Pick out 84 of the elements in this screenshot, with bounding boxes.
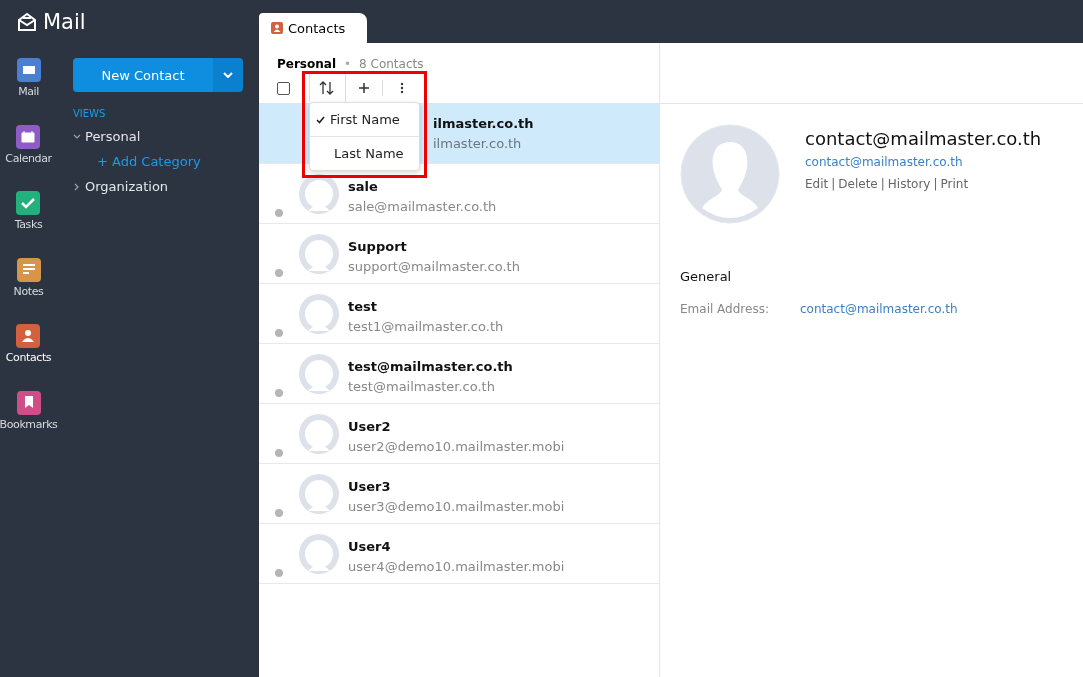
add-category-link[interactable]: + Add Category <box>97 154 243 169</box>
rail-item[interactable]: Contacts <box>5 324 52 391</box>
contact-name: Support <box>348 239 408 254</box>
rail-item[interactable]: Tasks <box>14 191 43 258</box>
notes-icon <box>16 257 41 282</box>
contact-row[interactable]: User3 user3@demo10.mailmaster.mobi <box>259 464 659 524</box>
sort-option[interactable]: Last Name <box>310 136 419 170</box>
contact-name: sale <box>348 179 379 194</box>
separator-dot: • <box>344 56 352 71</box>
avatar-icon <box>298 292 340 335</box>
status-dot <box>275 269 283 277</box>
sort-option[interactable]: First Name <box>310 103 419 136</box>
separator: | <box>933 177 938 191</box>
mail-icon <box>16 58 41 82</box>
contact-email: test@mailmaster.co.th <box>348 379 496 394</box>
field-label: Email Address: <box>680 302 770 316</box>
contact-email: user2@demo10.mailmaster.mobi <box>348 439 565 454</box>
status-dot <box>275 509 283 517</box>
status-dot <box>275 569 283 577</box>
rail-item[interactable]: Bookmarks <box>0 390 58 457</box>
list-title: Personal <box>277 56 336 71</box>
contact-name: ilmaster.co.th <box>433 116 534 131</box>
contact-email: user4@demo10.mailmaster.mobi <box>348 559 565 574</box>
chevron-down-icon <box>73 132 81 141</box>
separator: | <box>831 177 836 191</box>
field-value[interactable]: contact@mailmaster.co.th <box>800 302 958 316</box>
bookmarks-icon <box>16 390 41 415</box>
action-link[interactable]: History <box>887 177 931 191</box>
view-item[interactable]: Personal <box>73 129 243 144</box>
status-dot <box>275 329 283 337</box>
contact-email: user3@demo10.mailmaster.mobi <box>348 499 565 514</box>
avatar-icon <box>298 172 340 215</box>
rail-item[interactable]: Calendar <box>5 124 52 191</box>
chevron-right-icon <box>73 182 81 191</box>
views-heading: VIEWS <box>73 108 107 119</box>
contact-title: contact@mailmaster.co.th <box>805 128 1042 149</box>
sort-icon <box>319 81 336 95</box>
contact-name: User3 <box>348 479 392 494</box>
status-dot <box>275 449 283 457</box>
contact-row[interactable]: test test1@mailmaster.co.th <box>259 284 659 344</box>
section-heading: General <box>680 269 733 284</box>
contact-name: test@mailmaster.co.th <box>348 359 513 374</box>
contact-name: User4 <box>348 539 392 554</box>
avatar-icon <box>298 352 340 395</box>
dropdown-button[interactable] <box>213 58 243 92</box>
action-link[interactable]: Delete <box>838 177 878 191</box>
avatar-icon <box>298 532 340 575</box>
select-all-checkbox[interactable] <box>277 81 290 95</box>
contact-name: User2 <box>348 419 392 434</box>
contacts-tab[interactable]: Contacts <box>259 13 367 43</box>
app-title: Mail <box>43 10 86 34</box>
contact-email: ilmaster.co.th <box>433 136 523 151</box>
plus-icon <box>358 82 370 94</box>
action-link[interactable]: Print <box>940 177 969 191</box>
rail-item[interactable]: Mail <box>16 58 41 125</box>
avatar-icon <box>298 412 340 455</box>
envelope-icon <box>17 13 37 31</box>
check-icon <box>316 115 325 124</box>
contact-name: test <box>348 299 378 314</box>
contact-count: 8 Contacts <box>359 56 424 71</box>
contacts-icon <box>16 324 41 348</box>
status-dot <box>275 389 283 397</box>
rail-item[interactable]: Notes <box>13 257 44 324</box>
contact-email: test1@mailmaster.co.th <box>348 319 504 334</box>
tasks-icon <box>16 191 41 215</box>
more-icon <box>399 82 404 94</box>
contact-row[interactable]: User2 user2@demo10.mailmaster.mobi <box>259 404 659 464</box>
contact-row[interactable]: User4 user4@demo10.mailmaster.mobi <box>259 524 659 584</box>
contacts-icon <box>271 22 283 34</box>
contact-email: support@mailmaster.co.th <box>348 259 520 274</box>
action-link[interactable]: Edit <box>805 177 829 191</box>
calendar-icon <box>16 124 41 149</box>
contact-email: sale@mailmaster.co.th <box>348 199 497 214</box>
avatar-icon <box>680 124 780 224</box>
separator: | <box>880 177 885 191</box>
chevron-down-icon <box>223 72 233 78</box>
avatar-icon <box>298 232 340 275</box>
new-contact-button[interactable]: New Contact <box>73 58 213 92</box>
avatar-icon <box>298 472 340 515</box>
email-link[interactable]: contact@mailmaster.co.th <box>805 155 1042 169</box>
contact-row[interactable]: test@mailmaster.co.th test@mailmaster.co.th <box>259 344 659 404</box>
status-dot <box>275 209 283 217</box>
contact-row[interactable]: Support support@mailmaster.co.th <box>259 224 659 284</box>
view-item[interactable]: Organization <box>73 179 243 194</box>
